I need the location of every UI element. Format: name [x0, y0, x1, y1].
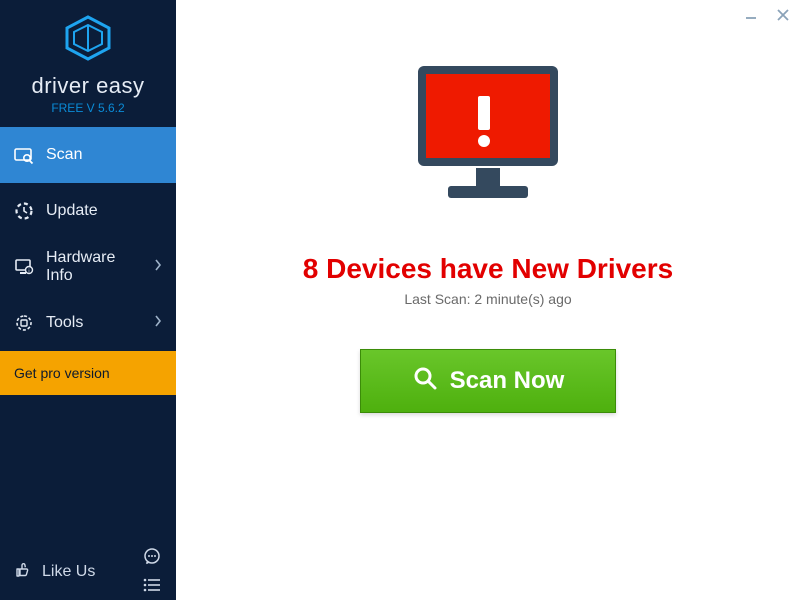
app-window: driver easy FREE V 5.6.2 Scan Update i: [0, 0, 800, 600]
thumbs-up-icon: [14, 561, 32, 584]
chevron-right-icon: [154, 314, 162, 332]
like-us-label[interactable]: Like Us: [42, 563, 95, 581]
update-icon: [14, 201, 34, 221]
close-button[interactable]: [774, 6, 792, 24]
version-label: FREE V 5.6.2: [51, 101, 124, 115]
window-controls: [742, 6, 792, 24]
sidebar-item-label: Update: [46, 202, 98, 220]
alert-monitor-icon: [398, 56, 578, 231]
search-icon: [412, 365, 438, 398]
sidebar-item-hardware-info[interactable]: i Hardware Info: [0, 239, 176, 295]
get-pro-button[interactable]: Get pro version: [0, 351, 176, 395]
feedback-icon[interactable]: [142, 547, 162, 572]
last-scan-text: Last Scan: 2 minute(s) ago: [404, 291, 571, 307]
main-panel: 8 Devices have New Drivers Last Scan: 2 …: [176, 0, 800, 600]
logo-icon: [61, 14, 115, 67]
svg-text:i: i: [28, 268, 29, 274]
scan-now-label: Scan Now: [450, 367, 565, 395]
sidebar-spacer: [0, 395, 176, 544]
sidebar-item-label: Tools: [46, 314, 83, 332]
tools-icon: [14, 313, 34, 333]
minimize-button[interactable]: [742, 6, 760, 24]
logo-block: driver easy FREE V 5.6.2: [0, 0, 176, 127]
scan-icon: [14, 145, 34, 165]
sidebar-item-scan[interactable]: Scan: [0, 127, 176, 183]
sidebar-item-tools[interactable]: Tools: [0, 295, 176, 351]
chevron-right-icon: [154, 258, 162, 276]
scan-now-button[interactable]: Scan Now: [360, 349, 616, 413]
hardware-info-icon: i: [14, 257, 34, 277]
get-pro-label: Get pro version: [14, 365, 110, 381]
sidebar-item-label: Hardware Info: [46, 249, 142, 285]
sidebar-nav: Scan Update i Hardware Info: [0, 127, 176, 351]
menu-list-icon[interactable]: [142, 578, 162, 597]
brand-name: driver easy: [31, 73, 144, 99]
sidebar: driver easy FREE V 5.6.2 Scan Update i: [0, 0, 176, 600]
sidebar-item-update[interactable]: Update: [0, 183, 176, 239]
scan-result-headline: 8 Devices have New Drivers: [303, 253, 673, 285]
sidebar-bottom: Like Us: [0, 544, 176, 600]
sidebar-item-label: Scan: [46, 146, 82, 164]
